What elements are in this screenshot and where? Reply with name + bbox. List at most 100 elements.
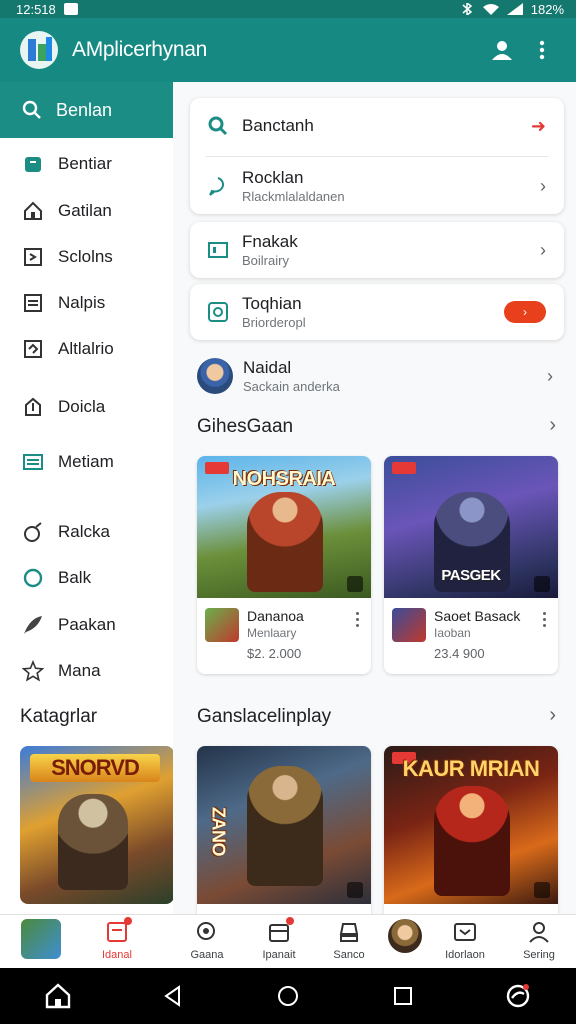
nav-item-avatar[interactable] xyxy=(372,919,438,967)
game-card[interactable]: PASGEK Saoet Basack Iaoban 23.4 900 xyxy=(384,456,558,674)
game-name: Dananoa xyxy=(247,608,304,624)
sidebar-item-6[interactable]: Metiam xyxy=(0,442,173,482)
back-button[interactable] xyxy=(149,972,197,1020)
status-time: 12:518 xyxy=(16,1,56,17)
game-price: $2. 2.000 xyxy=(247,646,302,661)
nav-label: Idorlaon xyxy=(445,949,485,961)
list-item[interactable]: Rocklan Rlackmlalaldanen › xyxy=(190,162,564,210)
recents-button[interactable] xyxy=(379,972,427,1020)
sidebar-item-0[interactable]: Bentiar xyxy=(0,144,173,184)
toggle-card[interactable]: Toqhian Briorderopl › xyxy=(190,284,564,340)
controller-icon xyxy=(347,882,363,898)
nav-item-idanal[interactable]: Idanal xyxy=(84,917,150,967)
game-art: ZANO xyxy=(197,746,371,904)
chevron-right-icon[interactable]: › xyxy=(549,414,556,437)
nav-label: Idanal xyxy=(102,949,132,961)
row-subtitle: Boilrairy xyxy=(242,253,289,268)
sidebar-item-10[interactable]: Mana xyxy=(0,651,173,691)
status-bar: 12:518 182% xyxy=(0,0,576,18)
sidebar-item-label: Nalpis xyxy=(58,293,106,312)
sidebar-item-label: Doicla xyxy=(58,397,106,416)
game-art-title: KAUR MRIAN xyxy=(402,756,540,781)
list-item[interactable]: Fnakak Boilrairy › xyxy=(190,226,564,274)
wifi-icon xyxy=(482,4,499,15)
sidebar-item-1[interactable]: Gatilan xyxy=(0,191,173,231)
game-art: NOHSRAIA xyxy=(197,456,371,598)
list-card[interactable]: Fnakak Boilrairy › xyxy=(190,222,564,278)
nav-label: Sanco xyxy=(333,949,365,961)
search-icon xyxy=(22,100,41,119)
section-title: Ganslacelinplay xyxy=(197,706,332,727)
row-subtitle: Rlackmlalaldanen xyxy=(242,189,345,204)
search-input[interactable]: Banctanh xyxy=(242,116,531,136)
game-card[interactable]: NOHSRAIA Dananoa Menlaary $2. 2.000 xyxy=(197,456,371,674)
game-developer: Iaoban xyxy=(434,626,471,640)
list-item[interactable]: Toqhian Briorderopl › xyxy=(190,288,564,336)
row-title: Fnakak xyxy=(242,232,298,251)
sidebar-search-item[interactable]: Benlan xyxy=(0,82,173,138)
game-hero-art xyxy=(247,492,323,592)
controller-icon xyxy=(347,576,363,592)
bag-icon xyxy=(22,153,44,175)
more-vertical-icon[interactable] xyxy=(538,612,550,674)
sidebar-item-7[interactable]: Ralcka xyxy=(0,512,173,552)
sidebar-item-4[interactable]: Altlalrio xyxy=(0,329,173,369)
nav-item-ipanait[interactable]: Ipanait xyxy=(246,917,312,967)
nav-item-app[interactable] xyxy=(8,919,74,967)
sidebar-item-8[interactable]: Balk xyxy=(0,558,173,598)
game-info: Dananoa Menlaary $2. 2.000 xyxy=(197,598,371,674)
game-art: PASGEK xyxy=(384,456,558,598)
promo-art xyxy=(58,794,128,890)
search-card: Banctanh ➜ Rocklan Rlackmlalaldanen › xyxy=(190,98,564,214)
controller-icon xyxy=(534,882,550,898)
app-title: AMplicerhynan xyxy=(72,38,207,61)
sidebar: Benlan Bentiar Gatilan Sclolns Nalpis Al… xyxy=(0,82,173,914)
row-title: Rocklan xyxy=(242,168,304,187)
system-navigation-bar xyxy=(0,968,576,1024)
arrow-right-icon: ➜ xyxy=(530,115,546,136)
refresh-icon xyxy=(206,300,230,324)
search-row[interactable]: Banctanh ➜ xyxy=(190,106,564,146)
game-card[interactable]: ZANO xyxy=(197,746,371,914)
home-circle-button[interactable] xyxy=(264,972,312,1020)
nav-item-sering[interactable]: Sering xyxy=(506,919,572,967)
assistant-icon xyxy=(507,984,530,1008)
sidebar-item-label: Gatilan xyxy=(58,201,112,220)
card-icon xyxy=(22,451,44,473)
account-button[interactable] xyxy=(482,30,522,70)
battery-text: 182% xyxy=(530,1,564,17)
home-button[interactable] xyxy=(34,972,82,1020)
feather-icon xyxy=(22,614,44,636)
profile-subtitle: Sackain anderka xyxy=(243,379,340,394)
back-triangle-icon xyxy=(164,985,180,1007)
sidebar-item-3[interactable]: Nalpis xyxy=(0,283,173,323)
game-art-title: ZANO xyxy=(208,806,229,856)
chevron-right-icon[interactable]: › xyxy=(549,704,556,727)
sidebar-promo-card[interactable]: SNORVD xyxy=(20,746,173,904)
game-price: 23.4 900 xyxy=(434,646,485,661)
sidebar-item-label: Paakan xyxy=(58,615,116,634)
divider xyxy=(206,156,548,157)
sidebar-item-label: Ralcka xyxy=(58,522,110,541)
game-info: Saoet Basack Iaoban 23.4 900 xyxy=(384,598,558,674)
sidebar-item-2[interactable]: Sclolns xyxy=(0,237,173,277)
overflow-menu-button[interactable] xyxy=(522,30,562,70)
nav-label: Ipanait xyxy=(262,949,296,961)
nav-item-gaana[interactable]: Gaana xyxy=(174,919,240,967)
chevron-right-icon: › xyxy=(540,239,546,260)
search-icon xyxy=(206,114,230,138)
game-card[interactable]: KAUR MRIAN xyxy=(384,746,558,914)
search-icon xyxy=(194,919,220,945)
sidebar-item-9[interactable]: Paakan xyxy=(0,605,173,645)
nav-item-idorlaon[interactable]: Idorlaon xyxy=(432,919,498,967)
profile-name: Naidal xyxy=(243,358,292,377)
note-icon xyxy=(104,917,132,945)
more-vertical-icon[interactable] xyxy=(351,612,363,674)
sidebar-item-5[interactable]: Doicla xyxy=(0,387,173,427)
profile-row[interactable]: Naidal Sackain anderka › xyxy=(197,356,565,396)
game-thumbnail xyxy=(392,608,426,642)
signal-icon xyxy=(506,3,523,15)
toggle-switch[interactable]: › xyxy=(504,301,546,323)
assistant-button[interactable] xyxy=(494,972,542,1020)
controller-icon xyxy=(534,576,550,592)
